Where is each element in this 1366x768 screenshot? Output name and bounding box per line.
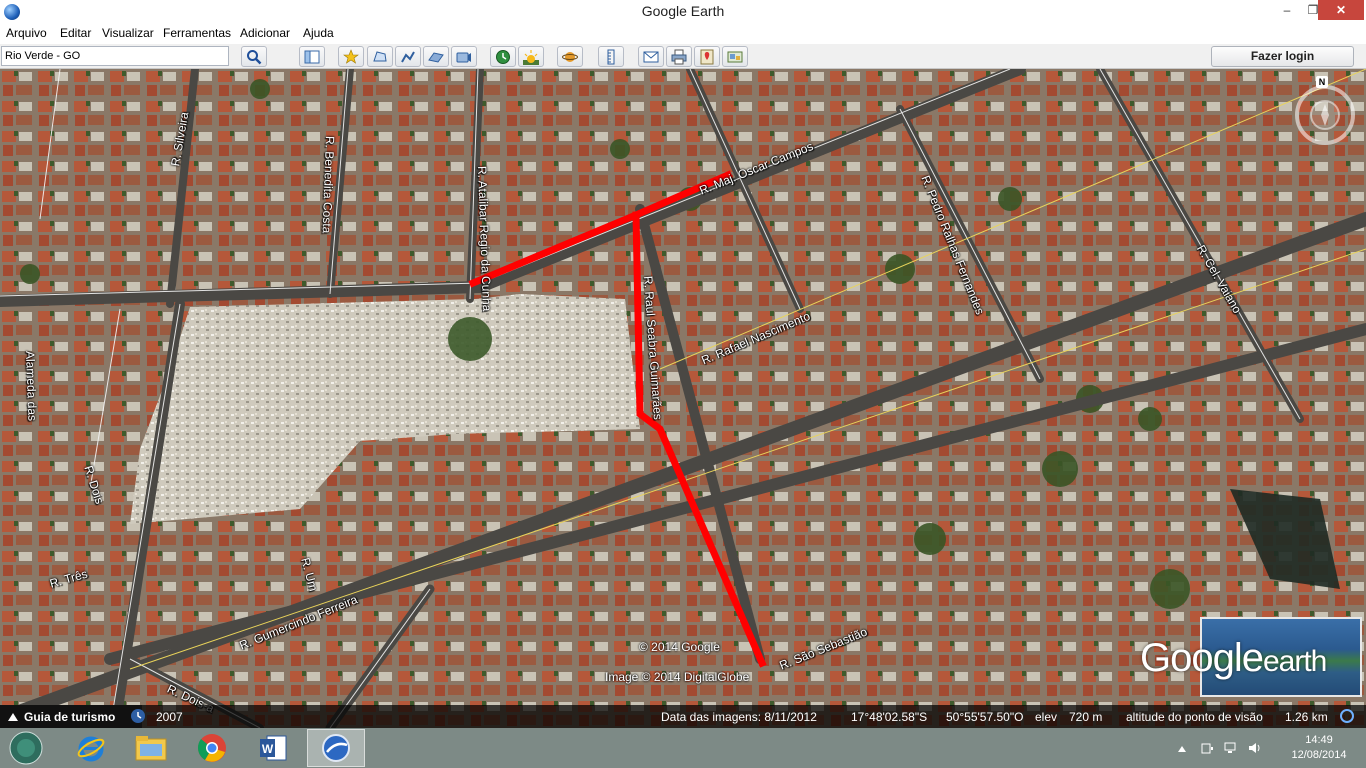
search-button[interactable] [241, 46, 267, 67]
loading-ring-icon [1340, 709, 1354, 723]
sun-icon [523, 49, 539, 65]
add-placemark-button[interactable] [338, 46, 364, 67]
search-icon [247, 49, 262, 64]
menu-bar: Arquivo Editar Visualizar Ferramentas Ad… [0, 24, 1366, 44]
google-earth-icon [322, 734, 350, 762]
image-date: Data das imagens: 8/11/2012 [661, 710, 817, 724]
add-polygon-button[interactable] [367, 46, 393, 67]
switch-planet-button[interactable] [557, 46, 583, 67]
taskbar-chrome[interactable] [183, 729, 241, 767]
menu-edit[interactable]: Editar [60, 26, 91, 40]
tour-guide-label: Guia de turismo [24, 710, 116, 724]
taskbar: W 14:49 12/08/2014 [0, 728, 1366, 768]
menu-add[interactable]: Adicionar [240, 26, 290, 40]
copyright-imagery: Image © 2014 DigitalGlobe [605, 670, 750, 684]
planet-icon [562, 51, 578, 62]
historical-imagery-icon [496, 49, 510, 64]
taskbar-google-earth[interactable] [307, 729, 365, 767]
triangle-up-icon [8, 713, 18, 721]
ruler-button[interactable] [598, 46, 624, 67]
satellite-imagery [0, 69, 1366, 728]
ruler-icon [607, 49, 615, 64]
tour-guide-button[interactable]: Guia de turismo [0, 705, 142, 728]
polygon-icon [373, 50, 387, 61]
menu-file[interactable]: Arquivo [6, 26, 47, 40]
sunlight-button[interactable] [518, 46, 544, 67]
network-icon[interactable] [1224, 741, 1238, 755]
view-in-maps-button[interactable] [694, 46, 720, 67]
placemark-icon [343, 48, 359, 64]
internet-explorer-icon [77, 736, 105, 762]
status-bar: Guia de turismo 2007 Data das imagens: 8… [0, 705, 1366, 728]
envelope-icon [643, 51, 659, 62]
maps-icon [700, 49, 714, 64]
file-explorer-icon [135, 736, 167, 761]
imagery-year: 2007 [156, 710, 183, 724]
taskbar-internet-explorer[interactable] [62, 729, 120, 767]
taskbar-file-explorer[interactable] [122, 729, 180, 767]
sidebar-icon [304, 50, 320, 63]
path-icon [401, 51, 415, 62]
title-bar: Google Earth – ❐ ✕ [0, 0, 1366, 24]
save-image-icon [727, 51, 743, 62]
latitude: 17°48'02.58"S [851, 710, 928, 724]
compass-control-icon[interactable] [1294, 84, 1356, 146]
power-icon[interactable] [1200, 741, 1214, 755]
svg-text:W: W [262, 742, 274, 756]
search-input[interactable] [1, 46, 229, 66]
add-path-button[interactable] [395, 46, 421, 67]
chrome-icon [197, 734, 226, 762]
clock-date: 12/08/2014 [1291, 749, 1347, 761]
save-image-button[interactable] [722, 46, 748, 67]
volume-icon[interactable] [1248, 741, 1262, 755]
login-button[interactable]: Fazer login [1211, 46, 1354, 67]
start-icon [9, 731, 43, 765]
menu-help[interactable]: Ajuda [303, 26, 334, 40]
close-button[interactable]: ✕ [1318, 0, 1364, 20]
show-hidden-icons-icon[interactable] [1178, 745, 1186, 753]
image-overlay-icon [428, 51, 444, 63]
eye-altitude-label: altitude do ponto de visão [1126, 710, 1263, 724]
longitude: 50°55'57.50"O [946, 710, 1024, 724]
start-button[interactable] [0, 729, 52, 767]
menu-view[interactable]: Visualizar [102, 26, 154, 40]
system-clock[interactable]: 14:49 12/08/2014 [1284, 733, 1354, 763]
map-view[interactable]: R. Atalibar Regio da Cunha R. Benedita C… [0, 69, 1366, 728]
clock-time: 14:49 [1305, 734, 1333, 746]
sidebar-toggle-button[interactable] [299, 46, 325, 67]
eye-altitude-value: 1.26 km [1285, 710, 1328, 724]
word-icon: W [260, 735, 287, 761]
historical-imagery-button[interactable] [490, 46, 516, 67]
elevation-label: elev [1035, 710, 1058, 724]
printer-icon [671, 49, 687, 64]
menu-tools[interactable]: Ferramentas [163, 26, 231, 40]
print-button[interactable] [666, 46, 692, 67]
add-image-overlay-button[interactable] [423, 46, 449, 67]
record-tour-icon [456, 52, 471, 62]
historical-clock-icon[interactable] [130, 708, 146, 724]
window-title: Google Earth [641, 3, 725, 19]
email-button[interactable] [638, 46, 664, 67]
copyright-google: © 2014 Google [639, 640, 720, 654]
street-label: Alameda das [23, 350, 40, 422]
google-earth-logo: Googleearth [1140, 636, 1327, 680]
elevation-value: 720 m [1069, 710, 1103, 724]
record-tour-button[interactable] [451, 46, 477, 67]
taskbar-word[interactable]: W [244, 729, 302, 767]
toolbar: Fazer login [0, 44, 1366, 69]
